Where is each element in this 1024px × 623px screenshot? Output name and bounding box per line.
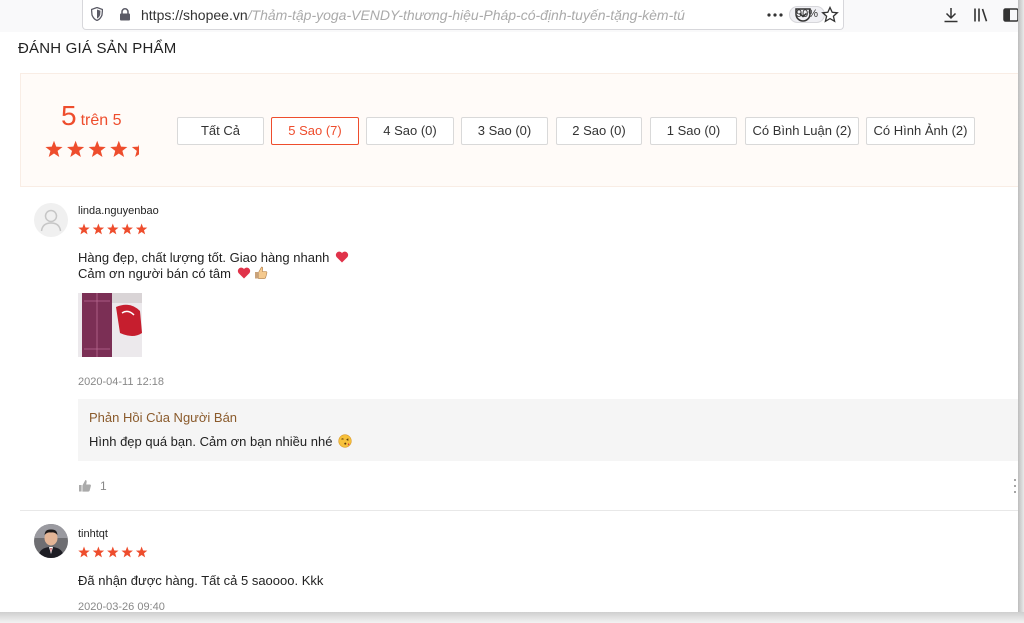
star-icon bbox=[135, 223, 148, 235]
like-count: 1 bbox=[100, 479, 107, 493]
browser-toolbar: https://shopee.vn/Thảm-tập-yoga-VENDY-th… bbox=[0, 0, 1024, 32]
review-item: linda.nguyenbao Hàng đẹp, chất lượng tốt… bbox=[20, 190, 1024, 508]
thumbs-up-icon bbox=[79, 480, 91, 492]
filter-all[interactable]: Tất Cả bbox=[177, 117, 264, 145]
library-icon[interactable] bbox=[972, 6, 990, 24]
download-icon[interactable] bbox=[942, 6, 960, 24]
star-icon bbox=[78, 546, 90, 558]
thumbs-up-emoji-icon bbox=[255, 266, 268, 279]
screenshot-frame-edge bbox=[1018, 0, 1024, 623]
more-icon[interactable] bbox=[766, 6, 784, 24]
overview-stars bbox=[45, 140, 139, 157]
shield-icon[interactable] bbox=[91, 7, 103, 21]
seller-reply: Phản Hồi Của Người Bán Hình đẹp quá bạn.… bbox=[78, 399, 1024, 461]
seller-reply-title: Phản Hồi Của Người Bán bbox=[89, 410, 238, 425]
seller-reply-text: Hình đẹp quá bạn. Cảm ơn bạn nhiều nhé bbox=[89, 434, 352, 449]
review-line: Hàng đẹp, chất lượng tốt. Giao hàng nhan… bbox=[78, 250, 349, 266]
like-button[interactable]: 1 bbox=[78, 478, 138, 494]
filter-with-comment[interactable]: Có Bình Luận (2) bbox=[745, 117, 859, 145]
page-title: ĐÁNH GIÁ SẢN PHẨM bbox=[18, 40, 177, 57]
star-icon bbox=[67, 140, 85, 157]
review-content: Đã nhận được hàng. Tất cả 5 saoooo. Kkk bbox=[78, 573, 323, 589]
heart-emoji-icon bbox=[237, 267, 250, 279]
pocket-icon[interactable] bbox=[794, 6, 812, 24]
filter-3-star[interactable]: 3 Sao (0) bbox=[461, 117, 548, 145]
url-host: https://shopee.vn bbox=[141, 7, 248, 23]
screenshot-frame-edge bbox=[0, 612, 1024, 623]
star-icon bbox=[88, 140, 106, 157]
bookmark-star-icon[interactable] bbox=[821, 6, 839, 24]
star-icon bbox=[92, 546, 105, 558]
avatar[interactable] bbox=[34, 203, 68, 237]
filter-with-image[interactable]: Có Hình Ảnh (2) bbox=[866, 117, 975, 145]
star-icon bbox=[107, 223, 119, 235]
star-icon bbox=[131, 144, 139, 157]
url-text[interactable]: https://shopee.vn/Thảm-tập-yoga-VENDY-th… bbox=[141, 7, 771, 23]
reviewer-name[interactable]: tinhtqt bbox=[78, 528, 108, 540]
star-icon bbox=[121, 546, 133, 558]
star-icon bbox=[121, 223, 133, 235]
review-item: tinhtqt Đã nhận được hàng. Tất cả 5 saoo… bbox=[20, 511, 1024, 613]
star-icon bbox=[78, 223, 90, 235]
filter-5-star[interactable]: 5 Sao (7) bbox=[271, 117, 359, 145]
review-line: Cảm ơn người bán có tâm bbox=[78, 266, 349, 282]
review-stars bbox=[78, 223, 148, 235]
heart-emoji-icon bbox=[335, 251, 349, 263]
average-score: 5 trên 5 bbox=[61, 100, 122, 132]
filter-4-star[interactable]: 4 Sao (0) bbox=[366, 117, 454, 145]
star-icon bbox=[107, 546, 119, 558]
review-stars bbox=[78, 546, 148, 558]
default-user-icon bbox=[40, 209, 62, 232]
score-value: 5 bbox=[61, 100, 77, 131]
review-photo[interactable] bbox=[78, 293, 142, 357]
lock-icon[interactable] bbox=[119, 8, 131, 21]
star-icon bbox=[110, 140, 128, 157]
score-suffix: trên 5 bbox=[80, 112, 122, 129]
reviewer-name[interactable]: linda.nguyenbao bbox=[78, 205, 159, 217]
star-icon bbox=[92, 223, 105, 235]
avatar[interactable] bbox=[34, 524, 68, 558]
review-line: Đã nhận được hàng. Tất cả 5 saoooo. Kkk bbox=[78, 573, 324, 588]
star-icon bbox=[45, 140, 63, 157]
star-icon bbox=[135, 546, 148, 558]
url-path: /Thảm-tập-yoga-VENDY-thương-hiệu-Pháp-có… bbox=[247, 7, 685, 23]
url-bar[interactable]: https://shopee.vn/Thảm-tập-yoga-VENDY-th… bbox=[82, 0, 844, 30]
user-photo-avatar bbox=[34, 524, 68, 558]
review-date: 2020-04-11 12:18 bbox=[78, 376, 165, 388]
kissing-face-emoji-icon bbox=[338, 434, 352, 448]
filter-2-star[interactable]: 2 Sao (0) bbox=[556, 117, 642, 145]
review-content: Hàng đẹp, chất lượng tốt. Giao hàng nhan… bbox=[78, 250, 349, 282]
rating-overview: 5 trên 5 Tất Cả 5 Sao (7) 4 Sao (0) 3 Sao… bbox=[20, 73, 1024, 187]
filter-1-star[interactable]: 1 Sao (0) bbox=[650, 117, 737, 145]
